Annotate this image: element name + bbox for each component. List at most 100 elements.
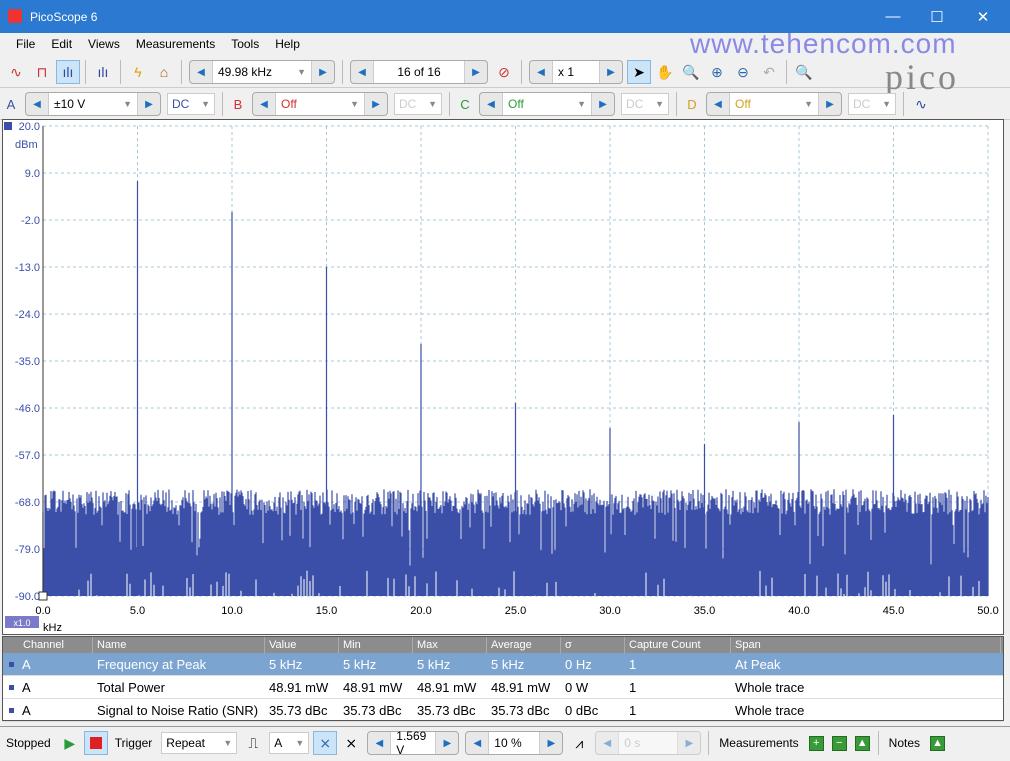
cell-text: 5 kHz (269, 656, 303, 672)
spectrum-options-icon[interactable]: ılı (91, 60, 115, 84)
column-header[interactable]: Name (93, 637, 265, 653)
column-header[interactable]: Channel (3, 637, 93, 653)
math-channels-icon[interactable]: ∿ (909, 92, 933, 116)
table-cell: 35.73 dBc (265, 699, 339, 721)
y-tick-label: -90.0 (15, 591, 40, 603)
notes-toggle-button[interactable]: ▲ (930, 735, 946, 751)
prev-zoom-icon[interactable]: ◀ (530, 67, 552, 78)
table-cell: Total Power (93, 676, 265, 698)
channel-marker-icon (9, 661, 14, 667)
y-tick-label: -13.0 (15, 262, 40, 274)
delay-control[interactable]: ◀ 0 s ▶ (595, 731, 702, 755)
start-icon[interactable]: ▶ (58, 731, 82, 755)
edit-measurement-button[interactable]: ▲ (854, 735, 870, 751)
next-icon[interactable]: ▶ (592, 99, 614, 110)
column-header[interactable]: Max (413, 637, 487, 653)
prev-buffer-icon[interactable]: ◀ (351, 67, 373, 78)
stop-button[interactable] (83, 731, 108, 755)
persistence-mode-icon[interactable]: ⊓ (30, 60, 54, 84)
channel-a-coupling[interactable]: DC ▼ (167, 93, 215, 115)
home-icon[interactable]: ⌂ (152, 60, 176, 84)
threshold-control[interactable]: ◀ 1.569 V ▶ (367, 729, 460, 757)
table-row[interactable]: A Total Power 48.91 mW 48.91 mW 48.91 mW 48.9… (3, 676, 1003, 699)
delete-measurement-button[interactable]: − (831, 735, 847, 751)
prev-icon[interactable]: ◀ (466, 738, 488, 749)
pretrigger-control[interactable]: ◀ 10 % ▶ (465, 731, 564, 755)
timebase-control[interactable]: ◀ 49.98 kHz ▼ ▶ (189, 60, 335, 84)
scope-mode-icon[interactable]: ∿ (4, 60, 28, 84)
prev-icon[interactable]: ◀ (480, 99, 502, 110)
channel-d-range[interactable]: ◀ Off ▼ ▶ (706, 92, 842, 116)
prev-icon[interactable]: ◀ (707, 99, 729, 110)
spectrum-view[interactable]: 20.0 9.0 -2.0 -13.0 -24.0 -35.0 -46.0 -57.0 -68.… (2, 119, 1004, 635)
column-header[interactable]: Span (731, 637, 1001, 653)
channel-c-button[interactable]: C (454, 97, 476, 112)
falling-edge-icon[interactable]: ⨯ (339, 731, 363, 755)
trigger-edge-icon[interactable]: ⎍ (241, 731, 265, 755)
advanced-trigger-icon[interactable]: ⩘ (567, 731, 591, 755)
spectrum-mode-icon[interactable]: ılı (56, 60, 80, 84)
column-header[interactable]: Average (487, 637, 561, 653)
compass-icon[interactable]: ⊘ (492, 60, 516, 84)
menu-file[interactable]: File (16, 37, 35, 51)
rising-edge-icon[interactable]: ⨯ (313, 731, 338, 755)
cell-text: Frequency at Peak (97, 656, 207, 672)
column-header[interactable]: Capture Count (625, 637, 731, 653)
pointer-tool-icon[interactable]: ➤ (627, 60, 651, 84)
column-header[interactable]: σ (561, 637, 625, 653)
channel-c-range[interactable]: ◀ Off ▼ ▶ (479, 92, 615, 116)
auto-setup-icon[interactable]: ϟ (126, 60, 150, 84)
next-icon[interactable]: ▶ (678, 738, 700, 749)
y-tick-label: -46.0 (15, 403, 40, 415)
add-measurement-button[interactable]: + (808, 735, 824, 751)
channel-b-range[interactable]: ◀ Off ▼ ▶ (252, 92, 388, 116)
channel-d-coupling[interactable]: DC ▼ (848, 93, 896, 115)
buffer-navigator[interactable]: ◀ 16 of 16 ▶ (350, 60, 488, 84)
hand-tool-icon[interactable]: ✋ (653, 60, 677, 84)
next-icon[interactable]: ▶ (436, 738, 458, 749)
close-button[interactable]: ✕ (960, 0, 1006, 33)
next-icon[interactable]: ▶ (540, 738, 562, 749)
prev-icon[interactable]: ◀ (26, 99, 48, 110)
next-buffer-icon[interactable]: ▶ (465, 67, 487, 78)
zoom-overview-icon[interactable]: 🔍 (792, 60, 816, 84)
zoom-factor-control[interactable]: ◀ x 1 ▶ (529, 60, 623, 84)
prev-icon[interactable]: ◀ (596, 738, 618, 749)
prev-icon[interactable]: ◀ (368, 738, 390, 749)
table-cell: Signal to Noise Ratio (SNR) (93, 699, 265, 721)
channel-a-range[interactable]: ◀ ±10 V ▼ ▶ (25, 92, 161, 116)
next-icon[interactable]: ▶ (312, 67, 334, 78)
zoom-window-icon[interactable]: 🔍 (679, 60, 703, 84)
prev-icon[interactable]: ◀ (190, 67, 212, 78)
table-cell: 0 Hz (561, 653, 625, 675)
next-icon[interactable]: ▶ (138, 99, 160, 110)
zoom-in-icon[interactable]: ⊕ (705, 60, 729, 84)
cell-text: 48.91 mW (491, 679, 551, 695)
menu-tools[interactable]: Tools (231, 37, 259, 51)
spectrum-chart[interactable]: 20.0 9.0 -2.0 -13.0 -24.0 -35.0 -46.0 -57.0 -68.… (3, 120, 1003, 634)
trigger-mode-select[interactable]: Repeat ▼ (161, 732, 238, 754)
column-header[interactable]: Value (265, 637, 339, 653)
prev-icon[interactable]: ◀ (253, 99, 275, 110)
next-icon[interactable]: ▶ (819, 99, 841, 110)
menu-views[interactable]: Views (88, 37, 120, 51)
column-header[interactable]: Min (339, 637, 413, 653)
menu-measurements[interactable]: Measurements (136, 37, 215, 51)
next-icon[interactable]: ▶ (365, 99, 387, 110)
table-row[interactable]: A Frequency at Peak 5 kHz 5 kHz 5 kHz 5 kHz 0 … (3, 653, 1003, 676)
channel-d-button[interactable]: D (681, 97, 703, 112)
cell-text: 48.91 mW (417, 679, 477, 695)
zoom-out-icon[interactable]: ⊖ (731, 60, 755, 84)
menu-edit[interactable]: Edit (51, 37, 72, 51)
channel-b-button[interactable]: B (227, 97, 249, 112)
channel-a-button[interactable]: A (0, 97, 22, 112)
cell-text: 48.91 mW (269, 679, 329, 695)
next-zoom-icon[interactable]: ▶ (600, 67, 622, 78)
menu-help[interactable]: Help (275, 37, 300, 51)
range-value: Off (281, 97, 297, 111)
table-row[interactable]: A Signal to Noise Ratio (SNR) 35.73 dBc 35.… (3, 699, 1003, 722)
trigger-channel-select[interactable]: A ▼ (269, 732, 310, 754)
channel-b-coupling[interactable]: DC ▼ (394, 93, 442, 115)
undo-zoom-icon[interactable]: ↶ (757, 60, 781, 84)
channel-c-coupling[interactable]: DC ▼ (621, 93, 669, 115)
